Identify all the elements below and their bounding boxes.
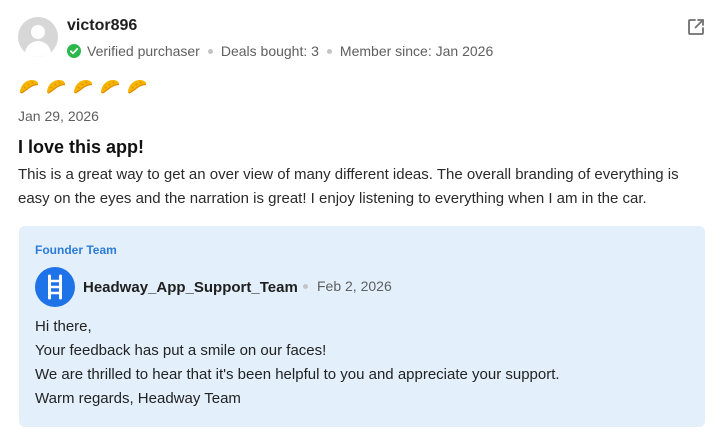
avatar-head — [31, 25, 45, 39]
reviewer-meta: Verified purchaser Deals bought: 3 Membe… — [67, 43, 493, 59]
rating — [18, 78, 148, 96]
reply-line: Warm regards, Headway Team — [35, 390, 241, 407]
taco-icon — [20, 80, 39, 94]
reply-meta: Feb 2, 2026 — [303, 278, 392, 294]
verified-purchaser-label: Verified purchaser — [87, 43, 200, 59]
external-link-icon[interactable] — [686, 17, 706, 37]
reply-date: Feb 2, 2026 — [317, 278, 392, 294]
member-since: Member since: Jan 2026 — [339, 43, 494, 59]
separator-dot — [303, 283, 308, 289]
separator-dot — [326, 48, 332, 54]
founder-reply: Founder Team Headway_App_Support_Team Fe… — [19, 226, 705, 427]
ladder-logo-icon — [48, 274, 62, 300]
reply-text: Hi there, Your feedback has put a smile … — [35, 315, 560, 411]
reply-label: Founder Team — [35, 243, 117, 257]
reply-author[interactable]: Headway_App_Support_Team — [83, 279, 298, 296]
review-title: I love this app! — [18, 137, 145, 157]
deals-bought: Deals bought: 3 — [220, 43, 319, 59]
reply-line: We are thrilled to hear that it's been h… — [35, 366, 560, 383]
taco-icon — [101, 80, 120, 94]
avatar-body — [25, 41, 51, 57]
taco-icon — [74, 80, 93, 94]
reviewer-username[interactable]: victor896 — [67, 17, 137, 35]
check-circle-icon — [67, 44, 81, 58]
separator-dot — [207, 48, 213, 54]
reply-line: Hi there, — [35, 318, 92, 335]
review-card: victor896 Verified purchaser Deals bough… — [0, 0, 720, 435]
brand-avatar — [35, 267, 75, 307]
avatar[interactable] — [18, 17, 58, 57]
reply-line: Your feedback has put a smile on our fac… — [35, 342, 327, 359]
review-body: This is a great way to get an over view … — [18, 166, 679, 207]
review-date: Jan 29, 2026 — [18, 108, 99, 124]
taco-icon — [47, 80, 66, 94]
taco-icon — [128, 80, 147, 94]
